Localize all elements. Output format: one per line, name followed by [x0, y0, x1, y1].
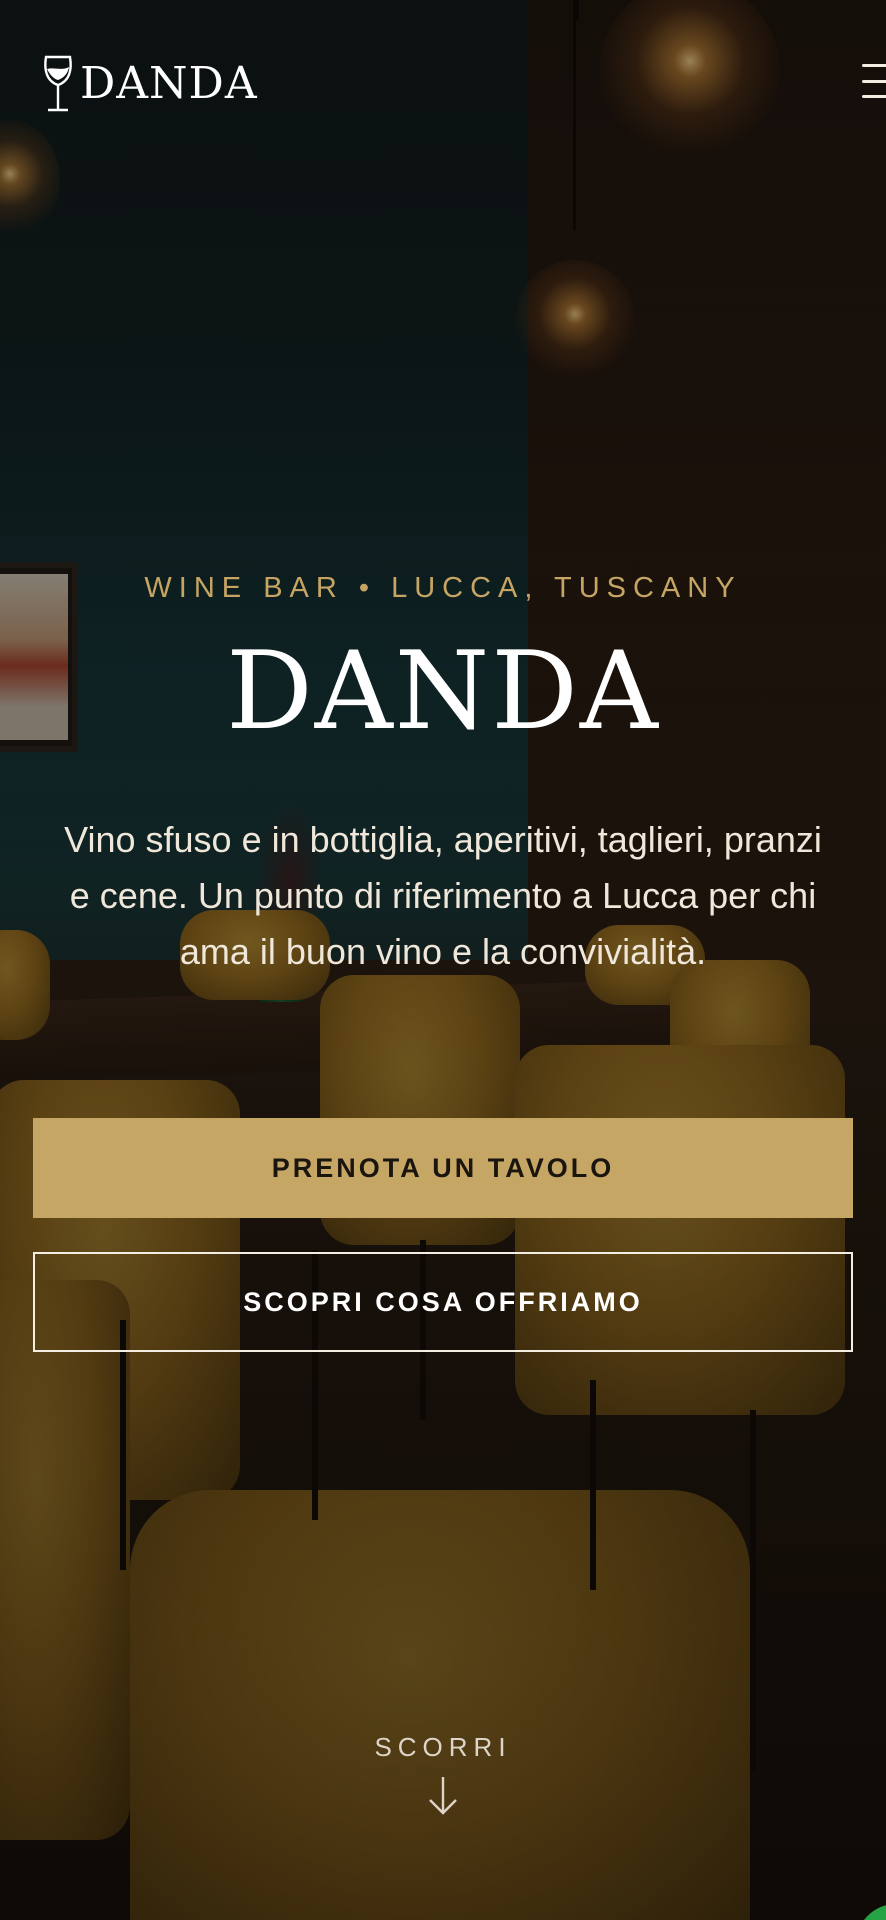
- hero-title: DANDA: [226, 629, 660, 754]
- wine-glass-icon: [44, 55, 72, 112]
- book-table-button[interactable]: PRENOTA UN TAVOLO: [33, 1118, 853, 1218]
- logo[interactable]: DANDA: [40, 52, 258, 116]
- menu-line: [862, 95, 886, 98]
- site-header: DANDA: [0, 0, 886, 170]
- hamburger-menu-icon[interactable]: [862, 64, 886, 98]
- hero-section: DANDA WINE BAR • LUCCA, TUSCANY DANDA Vi…: [0, 0, 886, 1920]
- arrow-down-icon: [429, 1777, 457, 1815]
- menu-line: [862, 64, 886, 67]
- discover-offer-button[interactable]: SCOPRI COSA OFFRIAMO: [33, 1252, 853, 1352]
- hero-description: Vino sfuso e in bottiglia, aperitivi, ta…: [64, 819, 822, 972]
- logo-text: DANDA: [80, 58, 258, 109]
- hero-eyebrow: WINE BAR • LUCCA, TUSCANY: [144, 572, 742, 604]
- scroll-label: SCORRI: [374, 1732, 512, 1762]
- scroll-hint[interactable]: SCORRI: [0, 1732, 886, 1817]
- menu-line: [862, 79, 886, 83]
